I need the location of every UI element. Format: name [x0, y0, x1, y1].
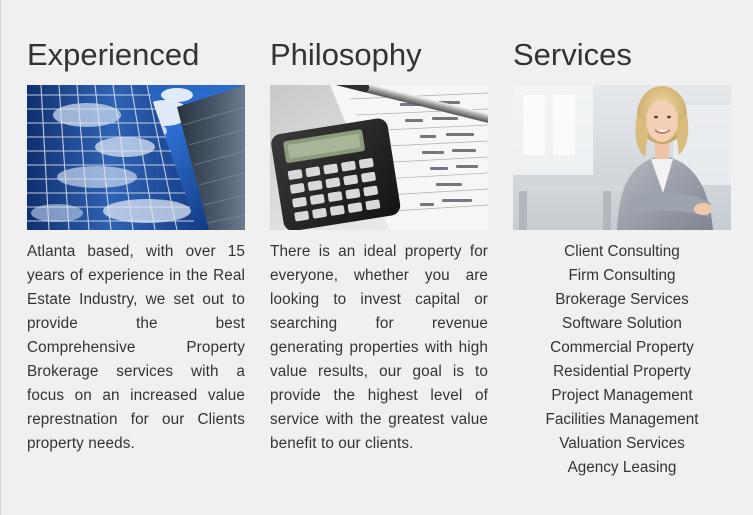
column-text-experienced: Atlanta based, with over 15 years of exp… — [27, 243, 245, 452]
service-item-software-solution: Software Solution — [562, 315, 682, 332]
service-item-agency-leasing: Agency Leasing — [567, 459, 677, 476]
skyscraper-image — [27, 85, 245, 230]
service-item-facilities-management: Facilities Management — [545, 411, 699, 428]
skyscraper-photo — [27, 85, 245, 230]
service-item-client-consulting: Client Consulting — [564, 243, 680, 260]
businesswoman-image — [513, 85, 731, 230]
services-list: Client Consulting Firm Consulting Broker… — [513, 240, 731, 480]
businesswoman-photo — [513, 85, 731, 230]
calculator-photo — [270, 85, 488, 230]
column-title-experienced: Experienced — [27, 37, 200, 72]
column-title-philosophy: Philosophy — [270, 37, 422, 72]
feature-columns: Experienced Atlanta based, with over 15 … — [1, 0, 753, 515]
calculator-image — [270, 85, 488, 230]
column-title-services: Services — [513, 37, 632, 72]
column-text-philosophy: There is an ideal property for everyone,… — [270, 243, 488, 452]
service-item-firm-consulting: Firm Consulting — [568, 267, 676, 284]
service-item-brokerage-services: Brokerage Services — [555, 291, 689, 308]
service-item-project-management: Project Management — [551, 387, 693, 404]
service-item-commercial-property: Commercial Property — [550, 339, 694, 356]
service-item-residential-property: Residential Property — [553, 363, 691, 380]
service-item-valuation-services: Valuation Services — [559, 435, 685, 452]
